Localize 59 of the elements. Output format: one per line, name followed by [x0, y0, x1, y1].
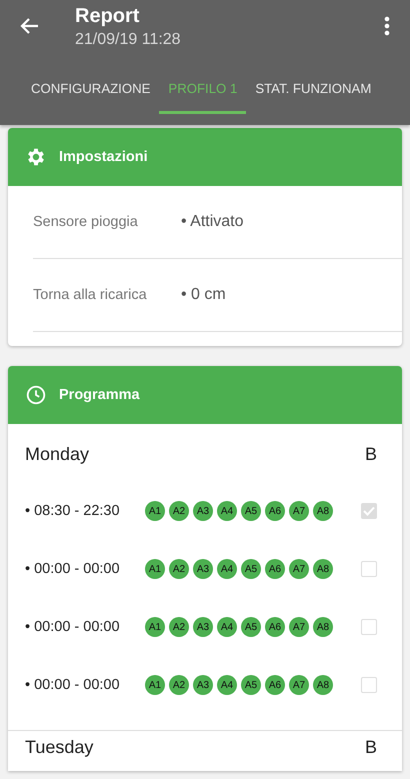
area-chip: A6 [265, 675, 285, 695]
area-chip: A6 [265, 559, 285, 579]
tab[interactable]: STAT. FUNZIONAM [246, 66, 380, 114]
setting-value: • Attivato [181, 213, 244, 231]
card-title: Programma [59, 387, 140, 403]
settings-icon [25, 146, 47, 168]
tab[interactable]: CONFIGURAZIONE [22, 66, 160, 114]
area-chip: A5 [241, 675, 261, 695]
column-heading: B [364, 444, 377, 464]
screen-title: Report [75, 4, 140, 28]
area-chip: A3 [193, 559, 213, 579]
area-chip: A8 [313, 675, 333, 695]
checkbox[interactable] [361, 677, 377, 693]
checkbox[interactable] [361, 619, 377, 635]
more-options-icon[interactable] [384, 16, 390, 36]
area-chip: A4 [217, 675, 237, 695]
area-chip: A1 [145, 675, 165, 695]
setting-label: Torna alla ricarica [33, 287, 148, 303]
area-chip: A2 [169, 501, 189, 521]
setting-label: Sensore pioggia [33, 214, 139, 230]
time-range: • 00:00 - 00:00 [25, 619, 121, 635]
area-chip: A1 [145, 501, 165, 521]
setting-value: • 0 cm [181, 286, 226, 304]
column-heading: B [364, 737, 377, 758]
area-chip: A2 [169, 675, 189, 695]
area-chip: A2 [169, 559, 189, 579]
area-chip: A5 [241, 617, 261, 637]
area-chip: A5 [241, 559, 261, 579]
area-chip: A6 [265, 501, 285, 521]
checkbox[interactable] [361, 503, 377, 519]
area-chip: A8 [313, 617, 333, 637]
back-icon[interactable] [20, 16, 40, 36]
time-range: • 08:30 - 22:30 [25, 503, 121, 519]
screen-subtitle: 21/09/19 11:28 [75, 30, 182, 50]
area-chip: A7 [289, 501, 309, 521]
area-chip: A8 [313, 559, 333, 579]
area-chip: A6 [265, 617, 285, 637]
area-chip: A4 [217, 501, 237, 521]
area-chip: A3 [193, 617, 213, 637]
time-range: • 00:00 - 00:00 [25, 561, 121, 577]
checkbox[interactable] [361, 561, 377, 577]
area-chip: A7 [289, 559, 309, 579]
area-chip: A8 [313, 501, 333, 521]
area-chip: A3 [193, 501, 213, 521]
area-chip: A3 [193, 675, 213, 695]
area-chip: A1 [145, 617, 165, 637]
area-chip: A2 [169, 617, 189, 637]
area-chip: A5 [241, 501, 261, 521]
area-chip: A7 [289, 617, 309, 637]
card-title: Impostazioni [59, 149, 148, 165]
area-chip: A7 [289, 675, 309, 695]
area-chip: A4 [217, 559, 237, 579]
tab[interactable]: PROFILO 1 [159, 66, 246, 114]
area-chip: A4 [217, 617, 237, 637]
day-name: Tuesday [25, 737, 94, 758]
time-range: • 00:00 - 00:00 [25, 677, 121, 693]
day-name: Monday [25, 444, 90, 464]
clock-icon [25, 384, 47, 406]
area-chip: A1 [145, 559, 165, 579]
